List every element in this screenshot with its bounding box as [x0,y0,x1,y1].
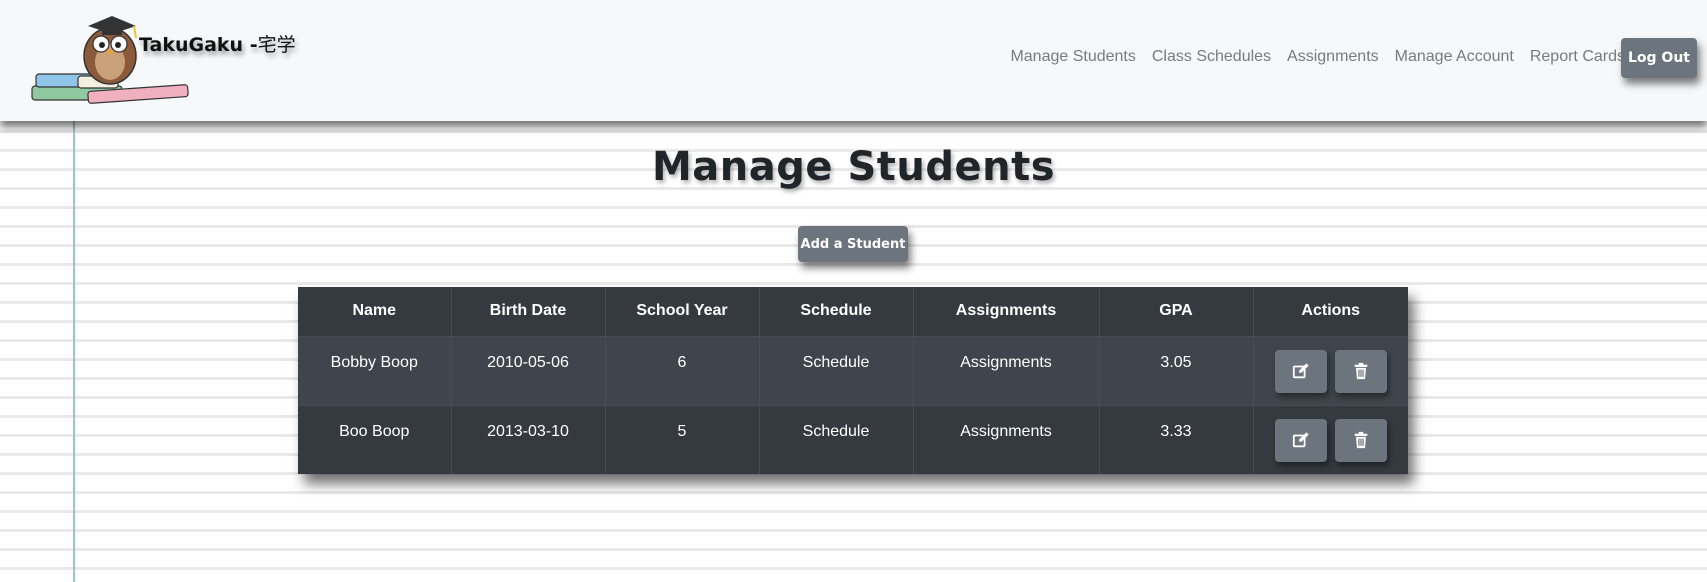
header-birth-date: Birth Date [451,287,606,336]
cell-name: Boo Boop [298,404,452,474]
navbar: TakuGaku -宅学 Manage Students Class Sched… [0,0,1707,121]
cell-gpa: 3.33 [1099,404,1254,474]
nav-assignments[interactable]: Assignments [1287,48,1379,66]
header-schedule: Schedule [759,287,914,336]
cell-birth-date: 2013-03-10 [451,404,606,474]
edit-student-button[interactable] [1274,418,1327,462]
students-table: Name Birth Date School Year Schedule Ass… [298,287,1408,474]
cell-assignments-link[interactable]: Assignments [913,335,1100,405]
brand-japanese: 宅学 [257,34,296,56]
trash-icon [1354,431,1368,449]
nav-manage-account[interactable]: Manage Account [1395,48,1514,66]
cell-school-year: 6 [605,335,760,405]
edit-icon [1292,363,1309,379]
page-title: Manage Students [651,144,1056,190]
cell-school-year: 5 [605,404,760,474]
nav-links: Manage Students Class Schedules Assignme… [1010,48,1625,66]
header-actions: Actions [1253,287,1408,336]
cell-name: Bobby Boop [298,335,452,405]
edit-student-button[interactable] [1274,349,1327,393]
cell-schedule-link[interactable]: Schedule [759,404,914,474]
header-name: Name [298,287,452,336]
header-assignments: Assignments [913,287,1100,336]
brand-name[interactable]: TakuGaku -宅学 [139,30,296,57]
cell-birth-date: 2010-05-06 [451,335,606,405]
header-gpa: GPA [1099,287,1254,336]
cell-actions [1253,335,1408,405]
delete-student-button[interactable] [1334,349,1387,393]
nav-manage-students[interactable]: Manage Students [1010,48,1135,66]
table-row: Bobby Boop 2010-05-06 6 Schedule Assignm… [298,335,1408,405]
owl-logo-icon[interactable] [28,8,196,112]
edit-icon [1292,432,1309,448]
header-school-year: School Year [605,287,760,336]
trash-icon [1354,362,1368,380]
table-row: Boo Boop 2013-03-10 5 Schedule Assignmen… [298,404,1408,474]
logout-button[interactable]: Log Out [1621,38,1697,78]
cell-gpa: 3.05 [1099,335,1254,405]
cell-schedule-link[interactable]: Schedule [759,335,914,405]
nav-class-schedules[interactable]: Class Schedules [1152,48,1271,66]
nav-report-cards[interactable]: Report Cards [1530,48,1625,66]
add-student-button[interactable]: Add a Student [798,226,908,262]
table-header-row: Name Birth Date School Year Schedule Ass… [298,287,1408,336]
cell-actions [1253,404,1408,474]
delete-student-button[interactable] [1334,418,1387,462]
brand-main: TakuGaku - [139,34,258,56]
cell-assignments-link[interactable]: Assignments [913,404,1100,474]
